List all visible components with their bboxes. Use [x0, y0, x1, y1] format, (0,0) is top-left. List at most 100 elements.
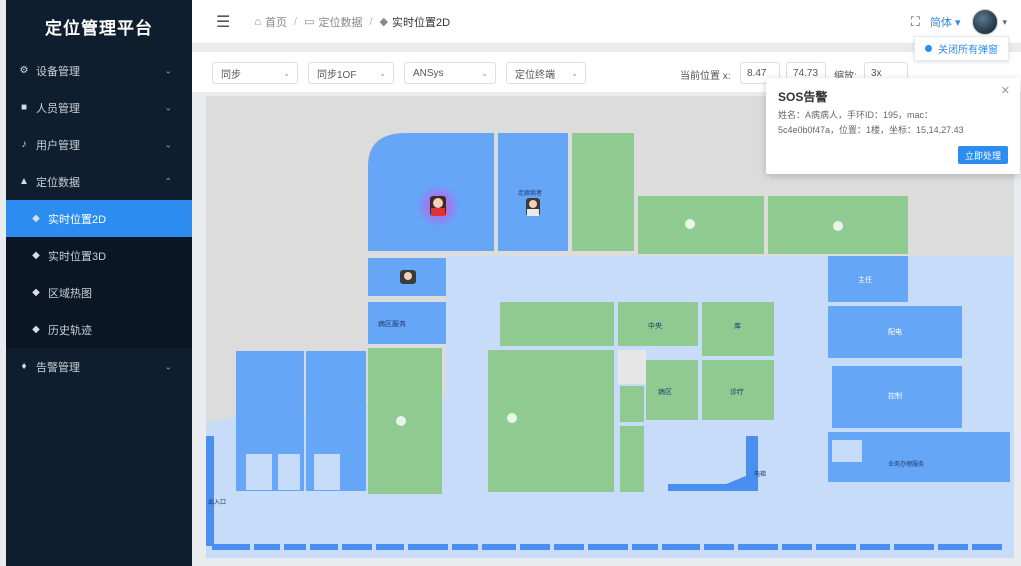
sidebar-item-users[interactable]: ♪ 用户管理 ⌄	[6, 126, 192, 163]
map-label: 电梯	[754, 470, 766, 478]
avatar[interactable]	[972, 9, 999, 35]
map-label: 病区	[658, 387, 672, 396]
sidebar-item-people[interactable]: ■ 人员管理 ⌄	[6, 89, 192, 126]
sidebar-item-history[interactable]: ◆ 历史轨迹	[6, 311, 192, 348]
breadcrumb: ⌂ 首页 / ▭ 定位数据 / ◆ 实时位置2D	[254, 14, 451, 30]
chevron-down-icon: ⌄	[379, 68, 386, 78]
room-green	[620, 386, 644, 422]
sidebar-item-label: 历史轨迹	[48, 324, 92, 337]
room-marker-icon	[833, 221, 843, 231]
room-marker-icon	[507, 413, 517, 423]
pin-icon: ◆	[32, 324, 40, 335]
sidebar-item-label: 设备管理	[36, 65, 80, 78]
sidebar-item-devices[interactable]: ⚙ 设备管理 ⌄	[6, 52, 192, 89]
sidebar-item-label: 人员管理	[36, 102, 80, 115]
breadcrumb-home[interactable]: 首页	[265, 14, 287, 30]
language-select[interactable]: 简体 ▾	[930, 14, 961, 30]
close-all-sos-label: 关闭所有弹窗	[938, 45, 998, 56]
room-green	[488, 350, 614, 492]
floor-select[interactable]: 同步1OF ⌄	[308, 62, 394, 84]
sidebar-item-label: 区域热图	[48, 287, 92, 300]
language-label: 简体	[929, 17, 952, 29]
breadcrumb-current: 实时位置2D	[392, 16, 451, 29]
room-blue	[314, 454, 340, 490]
sidebar-item-realtime-3d[interactable]: ◆ 实时位置3D	[6, 237, 192, 274]
sos-alert-popup: SOS告警 ✕ 姓名：A病病人，手环ID：195，mac： 5c4e0b0f47…	[766, 78, 1020, 174]
building-select[interactable]: 同步 ⌄	[212, 62, 298, 84]
type-select[interactable]: ANSys ⌄	[404, 62, 496, 84]
room-blue	[278, 454, 300, 490]
map-label: 中央	[648, 321, 662, 330]
map-label: 病区服务	[378, 319, 406, 328]
sos-line-2: 5c4e0b0f47a，位置：1楼，坐标：15,14,27.43	[778, 125, 964, 135]
room-green	[620, 426, 644, 492]
person-icon	[400, 270, 416, 284]
room-marker-icon	[396, 416, 406, 426]
home-icon: ⌂	[254, 15, 261, 28]
chevron-down-icon: ⌄	[283, 68, 290, 78]
chevron-down-icon: ⌄	[164, 139, 172, 149]
y-value: 74.73	[793, 67, 819, 79]
map-label: 诊疗	[730, 387, 744, 396]
close-icon[interactable]: ✕	[1001, 84, 1010, 97]
sidebar-item-label: 定位数据	[36, 176, 80, 189]
location-icon: ▲	[19, 176, 29, 187]
header-actions: ⛶ 简体 ▾ ▾	[911, 9, 1007, 35]
pin-icon: ◆	[379, 16, 388, 28]
chevron-up-icon: ⌃	[164, 176, 172, 186]
bell-icon: ♦	[21, 361, 27, 372]
white-block	[618, 350, 646, 384]
sidebar: 定位管理平台 ⚙ 设备管理 ⌄ ■ 人员管理 ⌄ ♪ 用户管理 ⌄ ▲ 定位数据…	[6, 0, 192, 566]
room-blue	[832, 440, 862, 462]
select-value: 定位终端	[515, 69, 555, 81]
chevron-down-icon: ⌄	[571, 68, 578, 78]
header: ☰ ⌂ 首页 / ▭ 定位数据 / ◆ 实时位置2D ⛶ 简体 ▾ ▾	[192, 0, 1021, 44]
sidebar-item-label: 用户管理	[36, 139, 80, 152]
sidebar-item-location-data[interactable]: ▲ 定位数据 ⌃	[6, 163, 192, 200]
menu-toggle-icon[interactable]: ☰	[216, 12, 230, 32]
sidebar-item-realtime-2d[interactable]: ◆ 实时位置2D	[6, 200, 192, 237]
chevron-down-icon: ⌄	[164, 361, 172, 371]
map-label: 控制	[888, 391, 902, 400]
user-icon: ♪	[21, 139, 27, 150]
sidebar-item-heatmap[interactable]: ◆ 区域热图	[6, 274, 192, 311]
sidebar-item-label: 告警管理	[36, 361, 80, 374]
map-label: 库	[734, 321, 741, 330]
map-label: 出入口	[208, 498, 226, 506]
zoom-value: 3x	[871, 67, 882, 79]
info-dot-icon	[925, 45, 932, 52]
gear-icon: ⚙	[19, 65, 29, 76]
terminal-select[interactable]: 定位终端 ⌄	[506, 62, 586, 84]
room-green	[638, 196, 764, 254]
sidebar-item-label: 实时位置2D	[48, 213, 107, 226]
pin-icon: ◆	[32, 250, 40, 261]
close-all-sos-button[interactable]: 关闭所有弹窗	[914, 36, 1009, 61]
handle-now-button[interactable]: 立即处理	[957, 146, 1008, 164]
folder-icon: ▭	[304, 16, 315, 28]
submenu: ◆ 实时位置2D ◆ 实时位置3D ◆ 区域热图 ◆ 历史轨迹	[6, 200, 192, 348]
app-title: 定位管理平台	[45, 18, 153, 38]
chevron-down-icon: ⌄	[481, 68, 488, 78]
map-label: 配电	[888, 327, 902, 336]
map-label: 主任	[858, 275, 872, 284]
sos-line-1: 姓名：A病病人，手环ID：195，mac：	[778, 110, 934, 120]
person-icon	[526, 198, 540, 216]
sidebar-item-label: 实时位置3D	[48, 250, 107, 263]
pin-icon: ◆	[32, 213, 40, 224]
room-green	[500, 302, 614, 346]
people-icon: ■	[20, 102, 28, 113]
room-marker-icon	[685, 219, 695, 229]
room-green	[572, 133, 634, 251]
person-sos-icon	[430, 196, 446, 216]
chevron-down-icon: ⌄	[164, 102, 172, 112]
sos-title: SOS告警	[778, 90, 828, 104]
map-label: 业务办理服务	[888, 460, 924, 468]
pin-icon: ◆	[32, 287, 40, 298]
sidebar-item-alarms[interactable]: ♦ 告警管理 ⌄	[6, 348, 192, 385]
chevron-down-icon[interactable]: ▾	[1002, 17, 1007, 28]
breadcrumb-location-data[interactable]: 定位数据	[318, 14, 362, 30]
select-value: 同步	[221, 69, 241, 81]
select-value: ANSys	[413, 67, 444, 79]
fullscreen-icon[interactable]: ⛶	[911, 14, 920, 30]
position-label: 当前位置 x:	[680, 71, 731, 82]
